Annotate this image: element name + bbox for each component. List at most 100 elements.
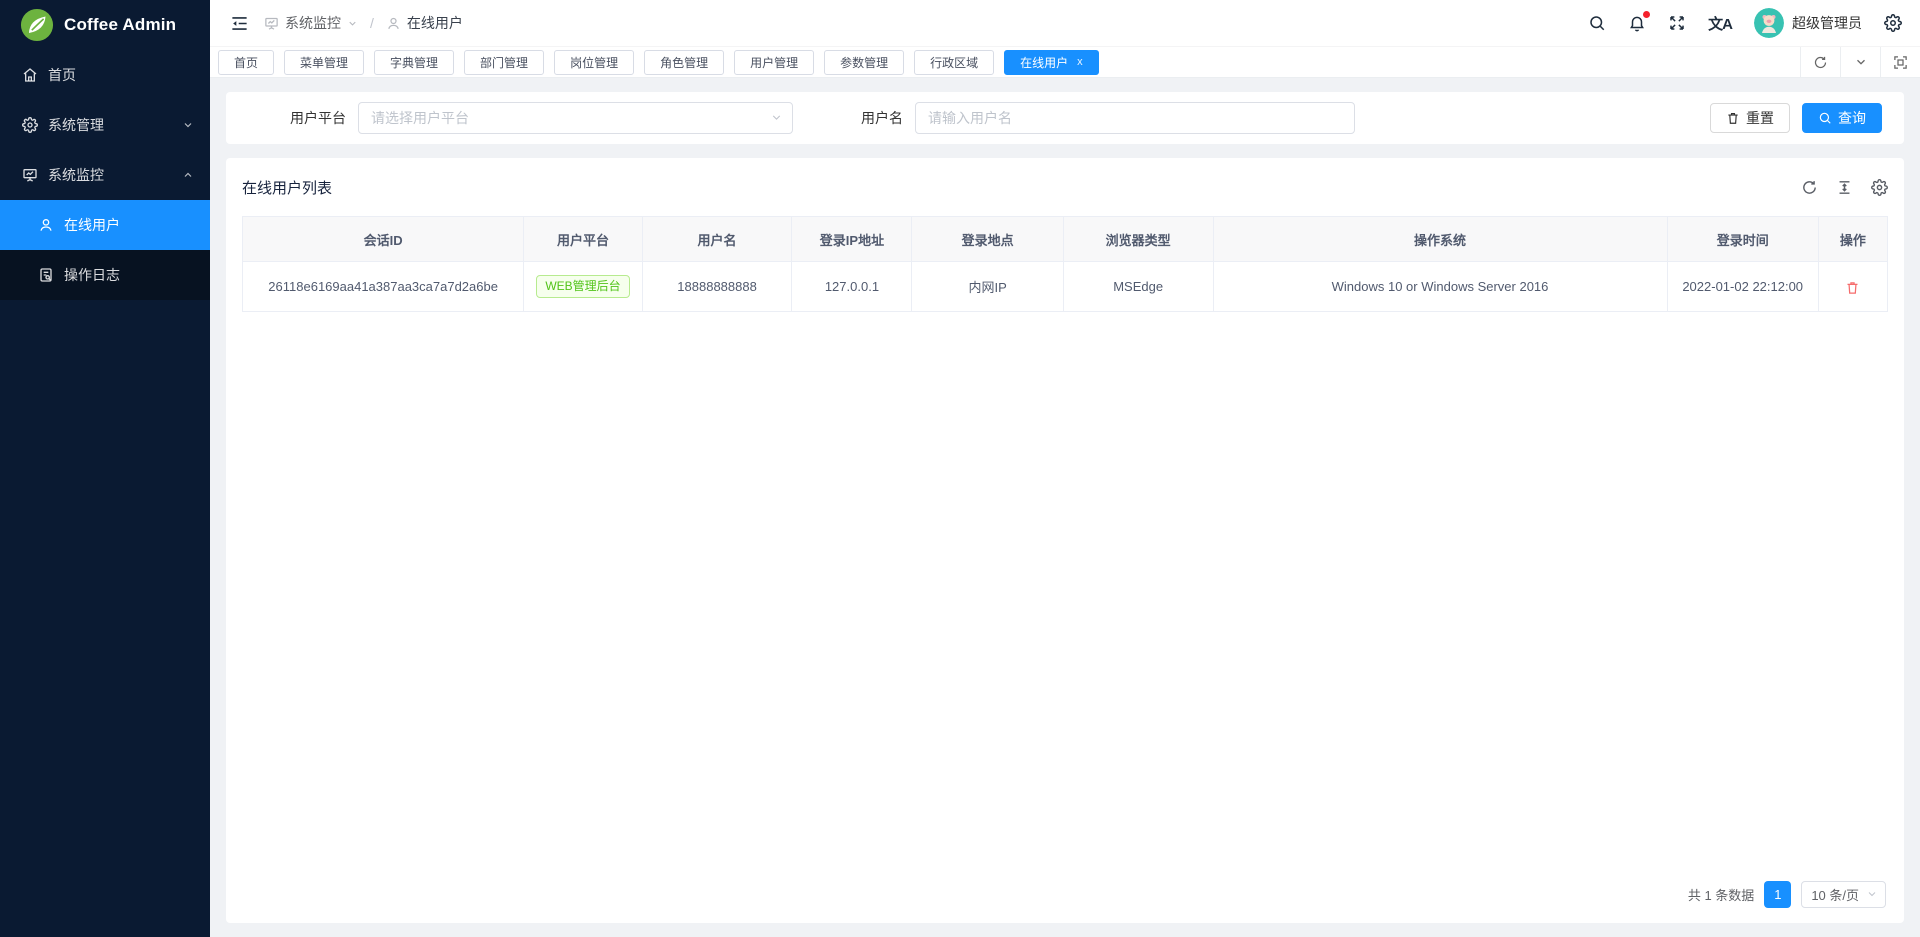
chevron-up-icon: [182, 169, 194, 181]
tab-dept-management[interactable]: 部门管理: [464, 50, 544, 75]
page-tabs: 首页 菜单管理 字典管理 部门管理 岗位管理 角色管理 用户管理 参数管理 行政…: [218, 50, 1800, 75]
page-size-value: 10 条/页: [1811, 885, 1859, 904]
col-browser: 浏览器类型: [1063, 217, 1213, 262]
fullscreen-expand-icon[interactable]: [1668, 14, 1686, 32]
sidebar-item-online-users[interactable]: 在线用户: [0, 200, 210, 250]
cell-platform: WEB管理后台: [524, 262, 642, 312]
online-users-card: 在线用户列表: [226, 158, 1904, 923]
breadcrumb-parent[interactable]: 系统监控: [285, 13, 341, 33]
monitor-icon: [22, 167, 38, 183]
sidebar-item-operation-logs[interactable]: 操作日志: [0, 250, 210, 300]
username-label: 用户名: [861, 108, 903, 128]
chevron-down-icon[interactable]: [1840, 47, 1880, 77]
cell-os: Windows 10 or Windows Server 2016: [1213, 262, 1667, 312]
platform-label: 用户平台: [290, 108, 346, 128]
tab-post-management[interactable]: 岗位管理: [554, 50, 634, 75]
search-icon: [1818, 111, 1832, 125]
platform-form-item: 用户平台: [290, 102, 793, 134]
notification-bell-icon[interactable]: [1628, 14, 1646, 32]
search-actions: 重置 查询: [1710, 103, 1882, 133]
refresh-icon[interactable]: [1800, 47, 1840, 77]
settings-gear-icon[interactable]: [1884, 14, 1902, 32]
col-login-ip: 登录IP地址: [792, 217, 912, 262]
translate-icon[interactable]: 文A: [1708, 13, 1732, 34]
search-icon[interactable]: [1588, 14, 1606, 32]
monitor-icon: [264, 16, 279, 31]
breadcrumb-separator: /: [370, 15, 374, 31]
tab-home[interactable]: 首页: [218, 50, 274, 75]
col-os: 操作系统: [1213, 217, 1667, 262]
sidebar-submenu-monitor: 在线用户 操作日志: [0, 200, 210, 300]
card-header: 在线用户列表: [242, 158, 1888, 216]
tab-menu-management[interactable]: 菜单管理: [284, 50, 364, 75]
home-icon: [22, 67, 38, 83]
col-platform: 用户平台: [524, 217, 642, 262]
top-navbar: 系统监控 / 在线用户: [210, 0, 1920, 47]
app-logo[interactable]: Coffee Admin: [0, 0, 210, 50]
reset-button[interactable]: 重置: [1710, 103, 1790, 133]
row-height-icon[interactable]: [1836, 179, 1853, 196]
spring-leaf-logo-icon: [20, 8, 54, 42]
cell-actions: [1818, 262, 1887, 312]
platform-tag: WEB管理后台: [536, 275, 629, 297]
tab-role-management[interactable]: 角色管理: [644, 50, 724, 75]
username-form-item: 用户名: [861, 102, 1355, 134]
cell-login-time: 2022-01-02 22:12:00: [1667, 262, 1818, 312]
tab-online-users-active[interactable]: 在线用户 x: [1004, 50, 1099, 75]
notification-badge-dot: [1643, 11, 1650, 18]
page-tabs-bar: 首页 菜单管理 字典管理 部门管理 岗位管理 角色管理 用户管理 参数管理 行政…: [210, 47, 1920, 78]
tab-admin-region[interactable]: 行政区域: [914, 50, 994, 75]
sidebar-item-label: 首页: [48, 65, 194, 85]
platform-select[interactable]: [358, 102, 793, 134]
pagination: 共 1 条数据 1 10 条/页: [242, 867, 1888, 923]
tab-actions: [1800, 47, 1920, 77]
sidebar-item-system-management[interactable]: 系统管理: [0, 100, 210, 150]
search-button-label: 查询: [1838, 108, 1866, 128]
refresh-icon[interactable]: [1801, 179, 1818, 196]
fullscreen-rect-icon[interactable]: [1880, 47, 1920, 77]
col-username: 用户名: [642, 217, 792, 262]
user-icon: [38, 217, 54, 233]
cell-browser: MSEdge: [1063, 262, 1213, 312]
user-menu[interactable]: 超级管理员: [1754, 8, 1862, 38]
col-session-id: 会话ID: [243, 217, 524, 262]
tab-dict-management[interactable]: 字典管理: [374, 50, 454, 75]
gear-icon: [22, 117, 38, 133]
sidebar-menu: 首页 系统管理 系统监控: [0, 50, 210, 300]
chevron-down-icon[interactable]: [347, 18, 358, 29]
sidebar-item-system-monitor[interactable]: 系统监控: [0, 150, 210, 200]
search-button[interactable]: 查询: [1802, 103, 1882, 133]
chevron-down-icon: [182, 119, 194, 131]
cell-username: 18888888888: [642, 262, 792, 312]
page-size-select[interactable]: 10 条/页: [1801, 881, 1886, 908]
table-row: 26118e6169aa41a387aa3ca7a7d2a6be WEB管理后台…: [243, 262, 1888, 312]
sidebar-item-label: 在线用户: [64, 215, 194, 235]
avatar: [1754, 8, 1784, 38]
page-number-1[interactable]: 1: [1764, 881, 1791, 908]
cell-login-location: 内网IP: [912, 262, 1063, 312]
username-input[interactable]: [915, 102, 1355, 134]
online-users-table: 会话ID 用户平台 用户名 登录IP地址 登录地点 浏览器类型 操作系统 登录时…: [242, 216, 1888, 312]
content-area: 用户平台 用户名: [210, 78, 1920, 937]
tab-user-management[interactable]: 用户管理: [734, 50, 814, 75]
reset-button-label: 重置: [1746, 108, 1774, 128]
col-login-location: 登录地点: [912, 217, 1063, 262]
main-area: 系统监控 / 在线用户: [210, 0, 1920, 937]
cell-session-id: 26118e6169aa41a387aa3ca7a7d2a6be: [243, 262, 524, 312]
delete-row-icon[interactable]: [1845, 280, 1860, 295]
app-title: Coffee Admin: [64, 15, 176, 35]
tab-param-management[interactable]: 参数管理: [824, 50, 904, 75]
pagination-total: 共 1 条数据: [1688, 885, 1754, 904]
trash-icon: [1726, 111, 1740, 125]
app-root: Coffee Admin 首页 系统管理: [0, 0, 1920, 937]
sidebar-item-home[interactable]: 首页: [0, 50, 210, 100]
current-user-name: 超级管理员: [1792, 13, 1862, 33]
navbar-actions: 文A 超级管理员: [1588, 8, 1902, 38]
tab-close-icon[interactable]: x: [1077, 56, 1083, 68]
sidebar: Coffee Admin 首页 系统管理: [0, 0, 210, 937]
cell-login-ip: 127.0.0.1: [792, 262, 912, 312]
tab-label: 在线用户: [1020, 54, 1068, 71]
menu-fold-icon[interactable]: [222, 6, 256, 40]
breadcrumb: 系统监控 / 在线用户: [264, 13, 463, 33]
settings-gear-icon[interactable]: [1871, 179, 1888, 196]
